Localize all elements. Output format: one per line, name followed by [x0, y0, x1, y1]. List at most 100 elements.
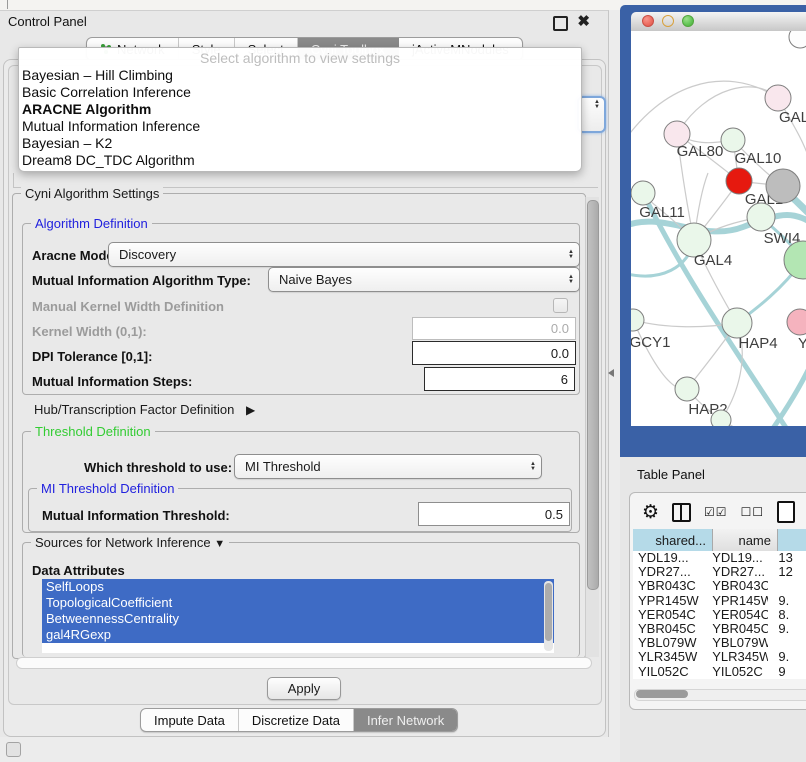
node-label: GCY1: [631, 334, 670, 351]
network-view[interactable]: GALGAL80GAL10GAL1GAL11GAL4SWI4GCY1HAP4YH…: [631, 31, 806, 426]
tab-label: Impute Data: [154, 713, 225, 728]
float-window-icon[interactable]: [553, 16, 568, 31]
network-node-y[interactable]: [787, 309, 806, 335]
tab-discretize-data[interactable]: Discretize Data: [239, 709, 354, 731]
collapse-arrow-icon[interactable]: ▼: [214, 538, 225, 550]
combo-stepper-icon: ▲▼: [530, 462, 536, 472]
aracne-mode-select[interactable]: Discovery ▲▼: [108, 242, 580, 267]
dpi-tolerance-value: 0.0: [551, 346, 569, 361]
table-row[interactable]: YDL19...YDL19...13: [633, 551, 806, 565]
hidden-group-edge-stub: [13, 173, 14, 188]
table-hscrollbar-thumb[interactable]: [636, 690, 688, 698]
close-icon[interactable]: ✖: [577, 12, 590, 30]
mi-algorithm-type-value: Naive Bayes: [279, 272, 352, 287]
dropdown-option[interactable]: Basic Correlation Inference: [19, 84, 581, 101]
table-column-header[interactable]: name: [713, 529, 778, 551]
settings-scrollbar-thumb[interactable]: [587, 200, 599, 590]
network-node-swi4[interactable]: [747, 203, 775, 231]
columns-icon[interactable]: [672, 503, 691, 522]
table-cell: YBR043C: [633, 579, 707, 593]
document-icon[interactable]: [777, 501, 795, 523]
dropdown-option[interactable]: ARACNE Algorithm: [19, 101, 581, 118]
mi-steps-input[interactable]: 6: [424, 367, 575, 391]
network-node-gal10[interactable]: [721, 128, 745, 152]
manual-kernel-width-checkbox[interactable]: [553, 298, 568, 313]
table-row[interactable]: YIL052CYIL052C9: [633, 665, 806, 679]
dropdown-option[interactable]: Bayesian – K2: [19, 135, 581, 152]
gear-icon[interactable]: ⚙: [642, 501, 659, 523]
hub-definition-toggle[interactable]: Hub/Transcription Factor Definition ▶: [34, 402, 255, 417]
select-all-checkboxes-icon[interactable]: ☑☑: [704, 505, 728, 519]
mini-panel-icon[interactable]: [6, 742, 21, 757]
kernel-width-input[interactable]: 0.0: [412, 317, 576, 340]
algorithm-dropdown: Select algorithm to view settings Bayesi…: [18, 47, 582, 172]
network-node-gcy1[interactable]: [631, 309, 644, 331]
manual-kernel-width-label: Manual Kernel Width Definition: [32, 299, 224, 314]
threshold-definition-title: Threshold Definition: [31, 424, 155, 439]
table-panel: Table Panel ⚙ ☑☑ ☐☐ shared...name YDL19.…: [620, 457, 806, 762]
dropdown-option[interactable]: Mutual Information Inference: [19, 118, 581, 135]
mac-zoom-icon[interactable]: [682, 15, 694, 27]
table-row[interactable]: YBL079WYBL079W: [633, 636, 806, 650]
attributes-scrollbar-thumb[interactable]: [545, 583, 552, 641]
network-node[interactable]: [766, 169, 800, 203]
attribute-list-item[interactable]: SelfLoops: [42, 579, 554, 595]
tab-label: Discretize Data: [252, 713, 340, 728]
table-cell: 9: [768, 665, 806, 679]
attribute-list-item[interactable]: BetweennessCentrality: [42, 611, 554, 627]
table-row[interactable]: YDR27...YDR27...12: [633, 565, 806, 579]
top-strip-divider: [7, 0, 8, 9]
dropdown-option[interactable]: Dream8 DC_TDC Algorithm: [19, 152, 581, 169]
mi-algorithm-type-label: Mutual Information Algorithm Type:: [32, 273, 251, 288]
mi-threshold-input[interactable]: 0.5: [418, 502, 570, 526]
which-threshold-select[interactable]: MI Threshold ▲▼: [234, 454, 542, 479]
mi-steps-label: Mutual Information Steps:: [32, 374, 192, 389]
which-threshold-value: MI Threshold: [245, 459, 321, 474]
table-row[interactable]: YLR345WYLR345W9.: [633, 650, 806, 664]
mac-minimize-icon[interactable]: [662, 15, 674, 27]
deselect-all-checkboxes-icon[interactable]: ☐☐: [741, 505, 765, 519]
network-node-gal11[interactable]: [631, 181, 655, 205]
apply-button[interactable]: Apply: [267, 677, 341, 700]
table-cell: YBR045C: [633, 622, 707, 636]
attribute-list-item[interactable]: gal4RGexp: [42, 627, 554, 643]
expand-arrow-icon: ▶: [246, 403, 255, 417]
dropdown-option[interactable]: Bayesian – Hill Climbing: [19, 67, 581, 84]
table-cell: YPR145W: [633, 594, 707, 608]
mi-threshold-label: Mutual Information Threshold:: [42, 508, 230, 523]
network-window-titlebar: [631, 12, 806, 32]
table-row[interactable]: YBR045CYBR045C9.: [633, 622, 806, 636]
table-cell: YIL052C: [707, 665, 768, 679]
mi-threshold-value: 0.5: [545, 507, 563, 522]
table-row[interactable]: YPR145WYPR145W9.: [633, 594, 806, 608]
mac-close-icon[interactable]: [642, 15, 654, 27]
network-node-hap4[interactable]: [722, 308, 752, 338]
table-header: shared...name: [633, 529, 806, 551]
table-row[interactable]: YBR043CYBR043C: [633, 579, 806, 593]
table-row[interactable]: YER054CYER054C8.: [633, 608, 806, 622]
data-attributes-list[interactable]: SelfLoopsTopologicalCoefficientBetweenne…: [42, 579, 554, 653]
table-cell: 8.: [768, 608, 806, 622]
splitpane-collapse-icon[interactable]: [608, 369, 614, 377]
table-cell: 9.: [768, 622, 806, 636]
tab-infer-network[interactable]: Infer Network: [354, 709, 457, 731]
table-cell: [768, 579, 806, 593]
network-node-hap2[interactable]: [675, 377, 699, 401]
network-node[interactable]: [711, 410, 731, 426]
network-node[interactable]: [789, 31, 806, 48]
control-panel-title: Control Panel: [8, 14, 87, 29]
table-cell: YDR27...: [707, 565, 768, 579]
table-cell: 9.: [768, 594, 806, 608]
mi-algorithm-type-select[interactable]: Naive Bayes ▲▼: [268, 267, 580, 292]
aracne-mode-value: Discovery: [119, 247, 176, 262]
table-cell: YIL052C: [633, 665, 707, 679]
combo-stepper-icon: ▲▼: [594, 100, 600, 110]
dpi-tolerance-input[interactable]: 0.0: [412, 341, 576, 365]
attribute-list-item[interactable]: TopologicalCoefficient: [42, 595, 554, 611]
table-column-header[interactable]: [778, 529, 806, 551]
settings-hscrollbar[interactable]: [16, 657, 592, 669]
network-node-gal[interactable]: [765, 85, 791, 111]
table-column-header[interactable]: shared...: [633, 529, 713, 551]
tab-impute-data[interactable]: Impute Data: [141, 709, 239, 731]
table-rows: YDL19...YDL19...13YDR27...YDR27...12YBR0…: [633, 551, 806, 679]
